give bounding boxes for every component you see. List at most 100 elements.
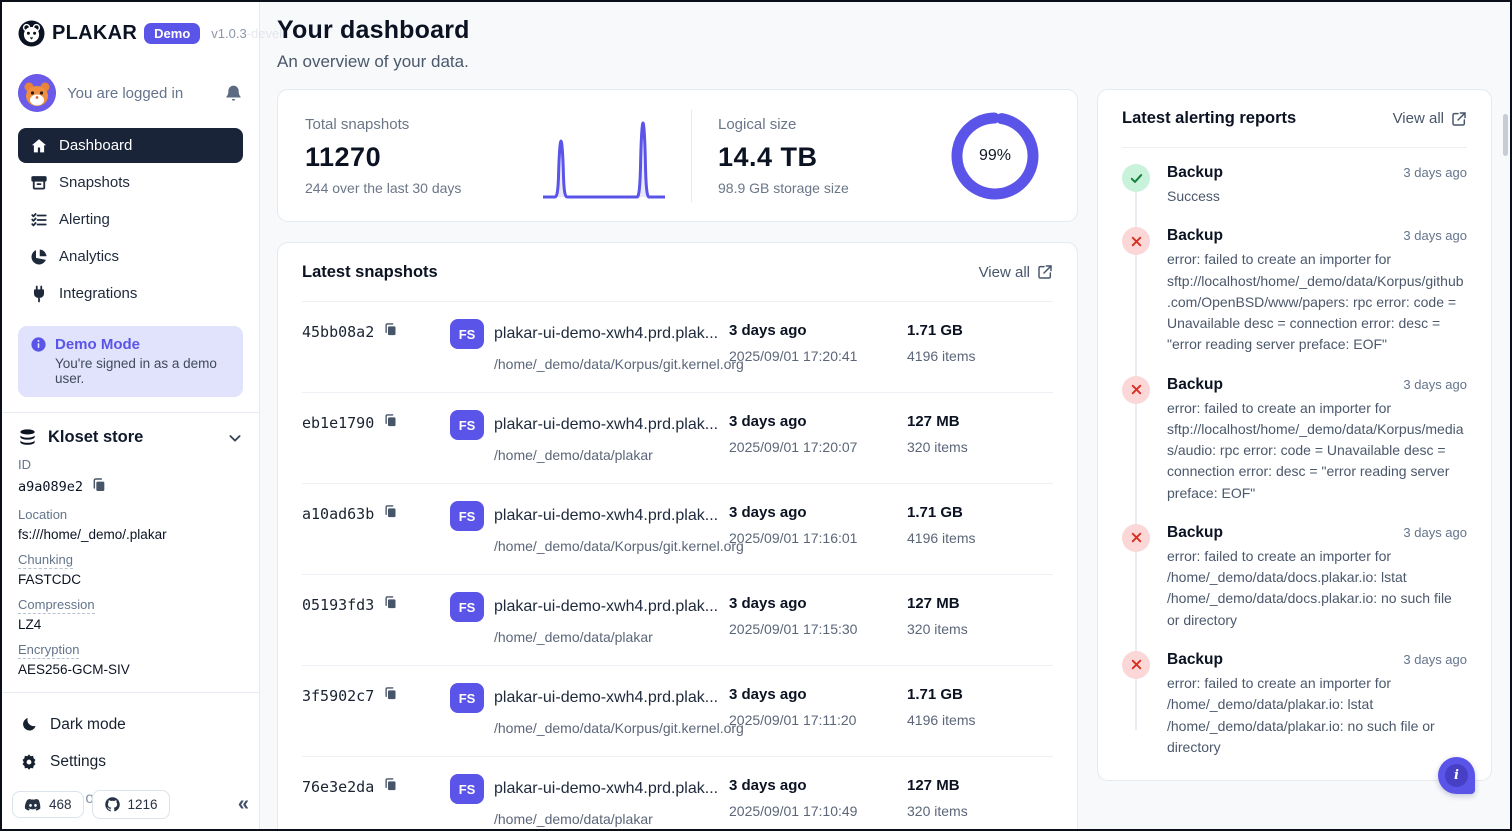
plakar-dashboard-window: PLAKAR Demo v1.0.3-devel You are logged … — [0, 0, 1512, 831]
snapshot-row[interactable]: a10ad63b FS plakar-ui-demo-xwh4.prd.plak… — [302, 483, 1053, 574]
snapshot-name[interactable]: plakar-ui-demo-xwh4.prd.plak... — [494, 689, 729, 707]
snapshot-name[interactable]: plakar-ui-demo-xwh4.prd.plak... — [494, 416, 729, 434]
snapshot-name[interactable]: plakar-ui-demo-xwh4.prd.plak... — [494, 325, 729, 343]
snapshot-row[interactable]: 45bb08a2 FS plakar-ui-demo-xwh4.prd.plak… — [302, 301, 1053, 392]
snapshot-age: 3 days ago — [729, 501, 907, 521]
sidebar-bottom-bar: 468 1216 « — [12, 790, 247, 819]
stats-card: Total snapshots 11270 244 over the last … — [277, 89, 1078, 222]
sidebar-item-analytics[interactable]: Analytics — [18, 239, 243, 274]
snapshots-sparkline-chart — [543, 117, 665, 203]
bell-icon[interactable] — [224, 84, 243, 103]
store-field-compression: Compression LZ4 — [18, 596, 243, 632]
sidebar-item-alerting[interactable]: Alerting — [18, 202, 243, 237]
store-encryption-value: AES256-GCM-SIV — [18, 662, 243, 677]
snapshot-datetime: 2025/09/01 17:15:30 — [729, 621, 907, 637]
alert-item[interactable]: Backup3 days ago error: failed to create… — [1122, 651, 1467, 758]
snapshot-row[interactable]: eb1e1790 FS plakar-ui-demo-xwh4.prd.plak… — [302, 392, 1053, 483]
home-icon — [30, 137, 48, 155]
copy-icon[interactable] — [383, 595, 398, 614]
store-field-id: ID a9a089e2 — [18, 456, 243, 497]
copy-icon[interactable] — [91, 477, 107, 497]
alert-title: Backup — [1167, 651, 1223, 669]
snapshot-row[interactable]: 76e3e2da FS plakar-ui-demo-xwh4.prd.plak… — [302, 756, 1053, 831]
discord-badge[interactable]: 468 — [12, 791, 84, 818]
scrollbar-thumb[interactable] — [1503, 114, 1508, 156]
sidebar-item-integrations[interactable]: Integrations — [18, 276, 243, 311]
sidebar: PLAKAR Demo v1.0.3-devel You are logged … — [2, 2, 260, 829]
snapshot-age: 3 days ago — [729, 774, 907, 794]
snapshot-age: 3 days ago — [729, 592, 907, 612]
alert-age: 3 days ago — [1403, 165, 1467, 180]
alert-message: error: failed to create an importer for … — [1167, 673, 1467, 758]
snapshot-id[interactable]: eb1e1790 — [302, 414, 374, 432]
snapshot-items: 320 items — [907, 803, 1053, 819]
dark-mode-toggle[interactable]: Dark mode — [18, 707, 243, 743]
fs-type-badge[interactable]: FS — [450, 501, 484, 531]
fs-type-badge[interactable]: FS — [450, 774, 484, 804]
settings-label: Settings — [50, 753, 106, 771]
snapshot-name[interactable]: plakar-ui-demo-xwh4.prd.plak... — [494, 780, 729, 798]
alert-item[interactable]: Backup3 days ago error: failed to create… — [1122, 376, 1467, 504]
snapshot-name[interactable]: plakar-ui-demo-xwh4.prd.plak... — [494, 598, 729, 616]
snapshots-view-all-link[interactable]: View all — [979, 264, 1053, 281]
copy-icon[interactable] — [383, 322, 398, 341]
settings-button[interactable]: Settings — [18, 744, 243, 780]
snapshot-path: /home/_demo/data/Korpus/git.kernel.org — [494, 538, 729, 554]
alert-item[interactable]: Backup3 days ago Success — [1122, 164, 1467, 207]
alert-age: 3 days ago — [1403, 228, 1467, 243]
snapshot-id[interactable]: 45bb08a2 — [302, 323, 374, 341]
user-row: You are logged in — [18, 74, 243, 112]
kloset-store-header[interactable]: Kloset store — [18, 428, 243, 447]
nav-label: Snapshots — [59, 174, 130, 191]
brand-name: PLAKAR — [52, 22, 137, 45]
copy-icon[interactable] — [383, 413, 398, 432]
snapshot-age: 3 days ago — [729, 319, 907, 339]
snapshot-id[interactable]: 3f5902c7 — [302, 687, 374, 705]
copy-icon[interactable] — [383, 777, 398, 796]
snapshot-id[interactable]: 05193fd3 — [302, 596, 374, 614]
store-chunking-value: FASTCDC — [18, 572, 243, 587]
logical-size-label: Logical size — [718, 116, 936, 133]
sidebar-item-dashboard[interactable]: Dashboard — [18, 128, 243, 163]
snapshot-row[interactable]: 05193fd3 FS plakar-ui-demo-xwh4.prd.plak… — [302, 574, 1053, 665]
error-x-icon — [1122, 524, 1150, 552]
github-badge[interactable]: 1216 — [92, 790, 170, 819]
database-icon — [18, 428, 37, 447]
store-id-value: a9a089e2 — [18, 479, 83, 495]
error-x-icon — [1122, 227, 1150, 255]
alert-item[interactable]: Backup3 days ago error: failed to create… — [1122, 227, 1467, 355]
info-icon: i — [1445, 764, 1468, 787]
snapshot-name[interactable]: plakar-ui-demo-xwh4.prd.plak... — [494, 507, 729, 525]
divider — [2, 412, 259, 413]
sidebar-item-snapshots[interactable]: Snapshots — [18, 165, 243, 200]
page-subtitle: An overview of your data. — [277, 52, 1078, 72]
fs-type-badge[interactable]: FS — [450, 592, 484, 622]
snapshot-datetime: 2025/09/01 17:20:07 — [729, 439, 907, 455]
snapshot-id[interactable]: a10ad63b — [302, 505, 374, 523]
alert-title: Backup — [1167, 524, 1223, 542]
chevron-down-icon[interactable] — [227, 430, 243, 446]
snapshot-size: 1.71 GB — [907, 501, 1053, 521]
copy-icon[interactable] — [383, 686, 398, 705]
fs-type-badge[interactable]: FS — [450, 319, 484, 349]
alerting-reports-card: Latest alerting reports View all — [1097, 89, 1492, 781]
copy-icon[interactable] — [383, 504, 398, 523]
collapse-sidebar-icon[interactable]: « — [238, 793, 247, 816]
alerts-view-all-link[interactable]: View all — [1393, 110, 1467, 127]
view-all-label: View all — [1393, 110, 1444, 127]
alert-title: Backup — [1167, 164, 1223, 182]
avatar[interactable] — [18, 74, 56, 112]
login-status: You are logged in — [67, 85, 213, 102]
fs-type-badge[interactable]: FS — [450, 683, 484, 713]
alert-item[interactable]: Backup3 days ago error: failed to create… — [1122, 524, 1467, 631]
plakar-logo-icon — [18, 20, 45, 47]
snapshot-row[interactable]: 3f5902c7 FS plakar-ui-demo-xwh4.prd.plak… — [302, 665, 1053, 756]
snapshot-items: 4196 items — [907, 530, 1053, 546]
external-link-icon — [1037, 264, 1053, 280]
health-donut-chart: 99% — [949, 110, 1041, 202]
snapshot-size: 127 MB — [907, 410, 1053, 430]
help-info-button[interactable]: i — [1438, 757, 1475, 794]
fs-type-badge[interactable]: FS — [450, 410, 484, 440]
snapshot-size: 1.71 GB — [907, 683, 1053, 703]
snapshot-id[interactable]: 76e3e2da — [302, 778, 374, 796]
